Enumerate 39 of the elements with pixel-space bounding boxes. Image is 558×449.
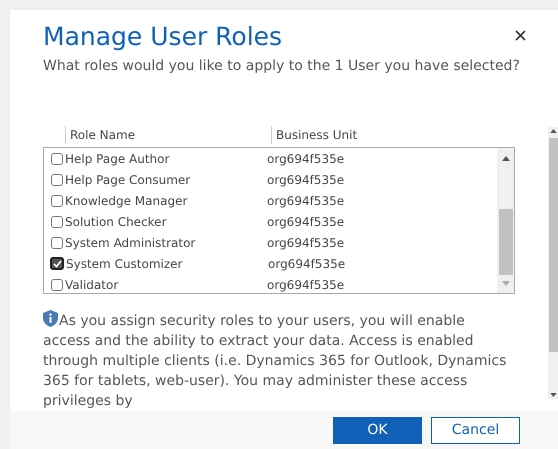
business-unit: org694f535e (268, 256, 346, 272)
scroll-up-icon[interactable] (550, 129, 556, 133)
role-name: Knowledge Manager (65, 192, 188, 210)
shield-info-icon (43, 310, 58, 327)
dialog-subtitle: What roles would you like to apply to the 1 User you have selected? (43, 57, 521, 76)
scrollbar[interactable] (497, 148, 514, 293)
role-checkbox[interactable] (51, 236, 63, 248)
role-checkbox[interactable] (50, 257, 64, 270)
role-name: System Administrator (65, 234, 196, 252)
business-unit: org694f535e (267, 172, 344, 188)
close-icon (515, 30, 526, 41)
role-checkbox[interactable] (51, 152, 63, 164)
scroll-down-icon[interactable] (550, 393, 556, 397)
scrollbar-thumb[interactable] (548, 138, 558, 352)
business-unit: org694f535e (267, 214, 344, 230)
page-scrollbar[interactable] (548, 127, 558, 399)
ok-button[interactable]: OK (333, 416, 422, 444)
role-name: Validator (65, 276, 120, 294)
security-notice: As you assign security roles to your users, you will enable access and the ability to extract your data. Access is enabled through multiple clients (i.e. Dynamics 365 for Outlook, Dynamics 365 for tablets, web-user). You may administer these access privileges by (43, 310, 513, 411)
role-name: Solution Checker (65, 214, 168, 230)
check-icon (52, 260, 62, 268)
business-unit: org694f535e (267, 276, 344, 294)
column-header: Business Unit (271, 126, 515, 144)
cancel-button[interactable]: Cancel (431, 416, 520, 444)
dialog-title: Manage User Roles (43, 21, 282, 53)
role-checkbox[interactable] (51, 174, 63, 186)
scroll-up-icon[interactable] (502, 156, 510, 161)
role-checkbox[interactable] (51, 278, 63, 290)
business-unit: org694f535e (267, 150, 344, 168)
role-name: System Customizer (66, 256, 184, 272)
scrollbar-thumb[interactable] (498, 209, 512, 275)
role-checkbox[interactable] (51, 216, 63, 228)
business-unit: org694f535e (267, 234, 344, 252)
business-unit: org694f535e (267, 192, 344, 210)
role-name: Help Page Consumer (65, 172, 192, 188)
column-header: Role Name (65, 126, 271, 144)
role-checkbox[interactable] (51, 194, 63, 206)
close-button[interactable] (515, 30, 526, 41)
role-name: Help Page Author (65, 150, 170, 168)
